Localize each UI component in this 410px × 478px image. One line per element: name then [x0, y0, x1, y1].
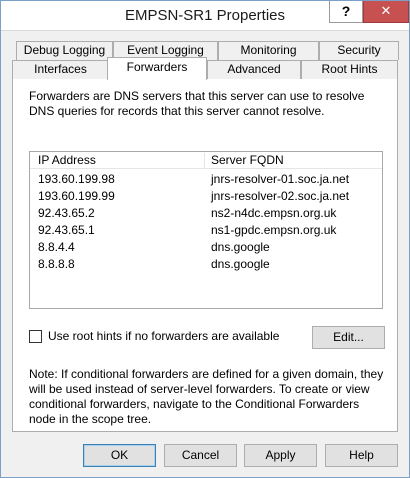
- use-root-hints-checkbox[interactable]: [29, 330, 42, 343]
- ip-address-cell: 92.43.65.1: [38, 223, 95, 237]
- apply-button[interactable]: Apply: [244, 444, 317, 467]
- cancel-button[interactable]: Cancel: [164, 444, 237, 467]
- ip-address-cell: 193.60.199.99: [38, 189, 115, 203]
- help-button[interactable]: Help: [325, 444, 398, 467]
- tab-interfaces[interactable]: Interfaces: [12, 60, 109, 79]
- title-bar: EMPSN-SR1 Properties ? ✕: [1, 1, 409, 31]
- ip-address-cell: 8.8.4.4: [38, 240, 75, 254]
- column-server-fqdn[interactable]: Server FQDN: [211, 153, 284, 167]
- tab-debug-logging[interactable]: Debug Logging: [16, 41, 113, 60]
- table-row[interactable]: 92.43.65.1 ns1-gpdc.empsn.org.uk: [30, 222, 382, 239]
- conditional-forwarders-note: Note: If conditional forwarders are defi…: [29, 367, 384, 426]
- fqdn-cell: dns.google: [211, 257, 270, 271]
- ip-address-cell: 92.43.65.2: [38, 206, 95, 220]
- table-row[interactable]: 8.8.4.4 dns.google: [30, 239, 382, 256]
- column-separator[interactable]: [204, 153, 205, 168]
- close-icon[interactable]: ✕: [363, 1, 409, 23]
- table-row[interactable]: 92.43.65.2 ns2-n4dc.empsn.org.uk: [30, 205, 382, 222]
- tab-advanced[interactable]: Advanced: [207, 60, 301, 79]
- ip-address-cell: 8.8.8.8: [38, 257, 75, 271]
- tab-forwarders[interactable]: Forwarders: [107, 57, 207, 80]
- ip-address-cell: 193.60.199.98: [38, 172, 115, 186]
- column-ip-address[interactable]: IP Address: [38, 153, 96, 167]
- tab-root-hints[interactable]: Root Hints: [301, 60, 398, 79]
- forwarders-list[interactable]: IP Address Server FQDN 193.60.199.98 jnr…: [29, 151, 383, 309]
- ok-button[interactable]: OK: [83, 444, 156, 467]
- tab-security[interactable]: Security: [319, 41, 399, 60]
- use-root-hints-label[interactable]: Use root hints if no forwarders are avai…: [48, 329, 279, 343]
- fqdn-cell: ns1-gpdc.empsn.org.uk: [211, 223, 337, 237]
- table-row[interactable]: 8.8.8.8 dns.google: [30, 256, 382, 273]
- fqdn-cell: dns.google: [211, 240, 270, 254]
- fqdn-cell: ns2-n4dc.empsn.org.uk: [211, 206, 337, 220]
- properties-dialog: EMPSN-SR1 Properties ? ✕ Debug Logging E…: [0, 0, 410, 478]
- help-icon[interactable]: ?: [329, 1, 363, 23]
- fqdn-cell: jnrs-resolver-01.soc.ja.net: [211, 172, 350, 186]
- fqdn-cell: jnrs-resolver-02.soc.ja.net: [211, 189, 350, 203]
- table-row[interactable]: 193.60.199.99 jnrs-resolver-02.soc.ja.ne…: [30, 188, 382, 205]
- use-root-hints-option[interactable]: Use root hints if no forwarders are avai…: [29, 329, 279, 345]
- table-row[interactable]: 193.60.199.98 jnrs-resolver-01.soc.ja.ne…: [30, 171, 382, 188]
- list-header: IP Address Server FQDN: [30, 152, 382, 169]
- edit-button[interactable]: Edit...: [312, 326, 385, 349]
- forwarders-description: Forwarders are DNS servers that this ser…: [29, 89, 365, 118]
- tab-monitoring[interactable]: Monitoring: [218, 41, 319, 60]
- forwarders-panel: Forwarders are DNS servers that this ser…: [12, 79, 398, 432]
